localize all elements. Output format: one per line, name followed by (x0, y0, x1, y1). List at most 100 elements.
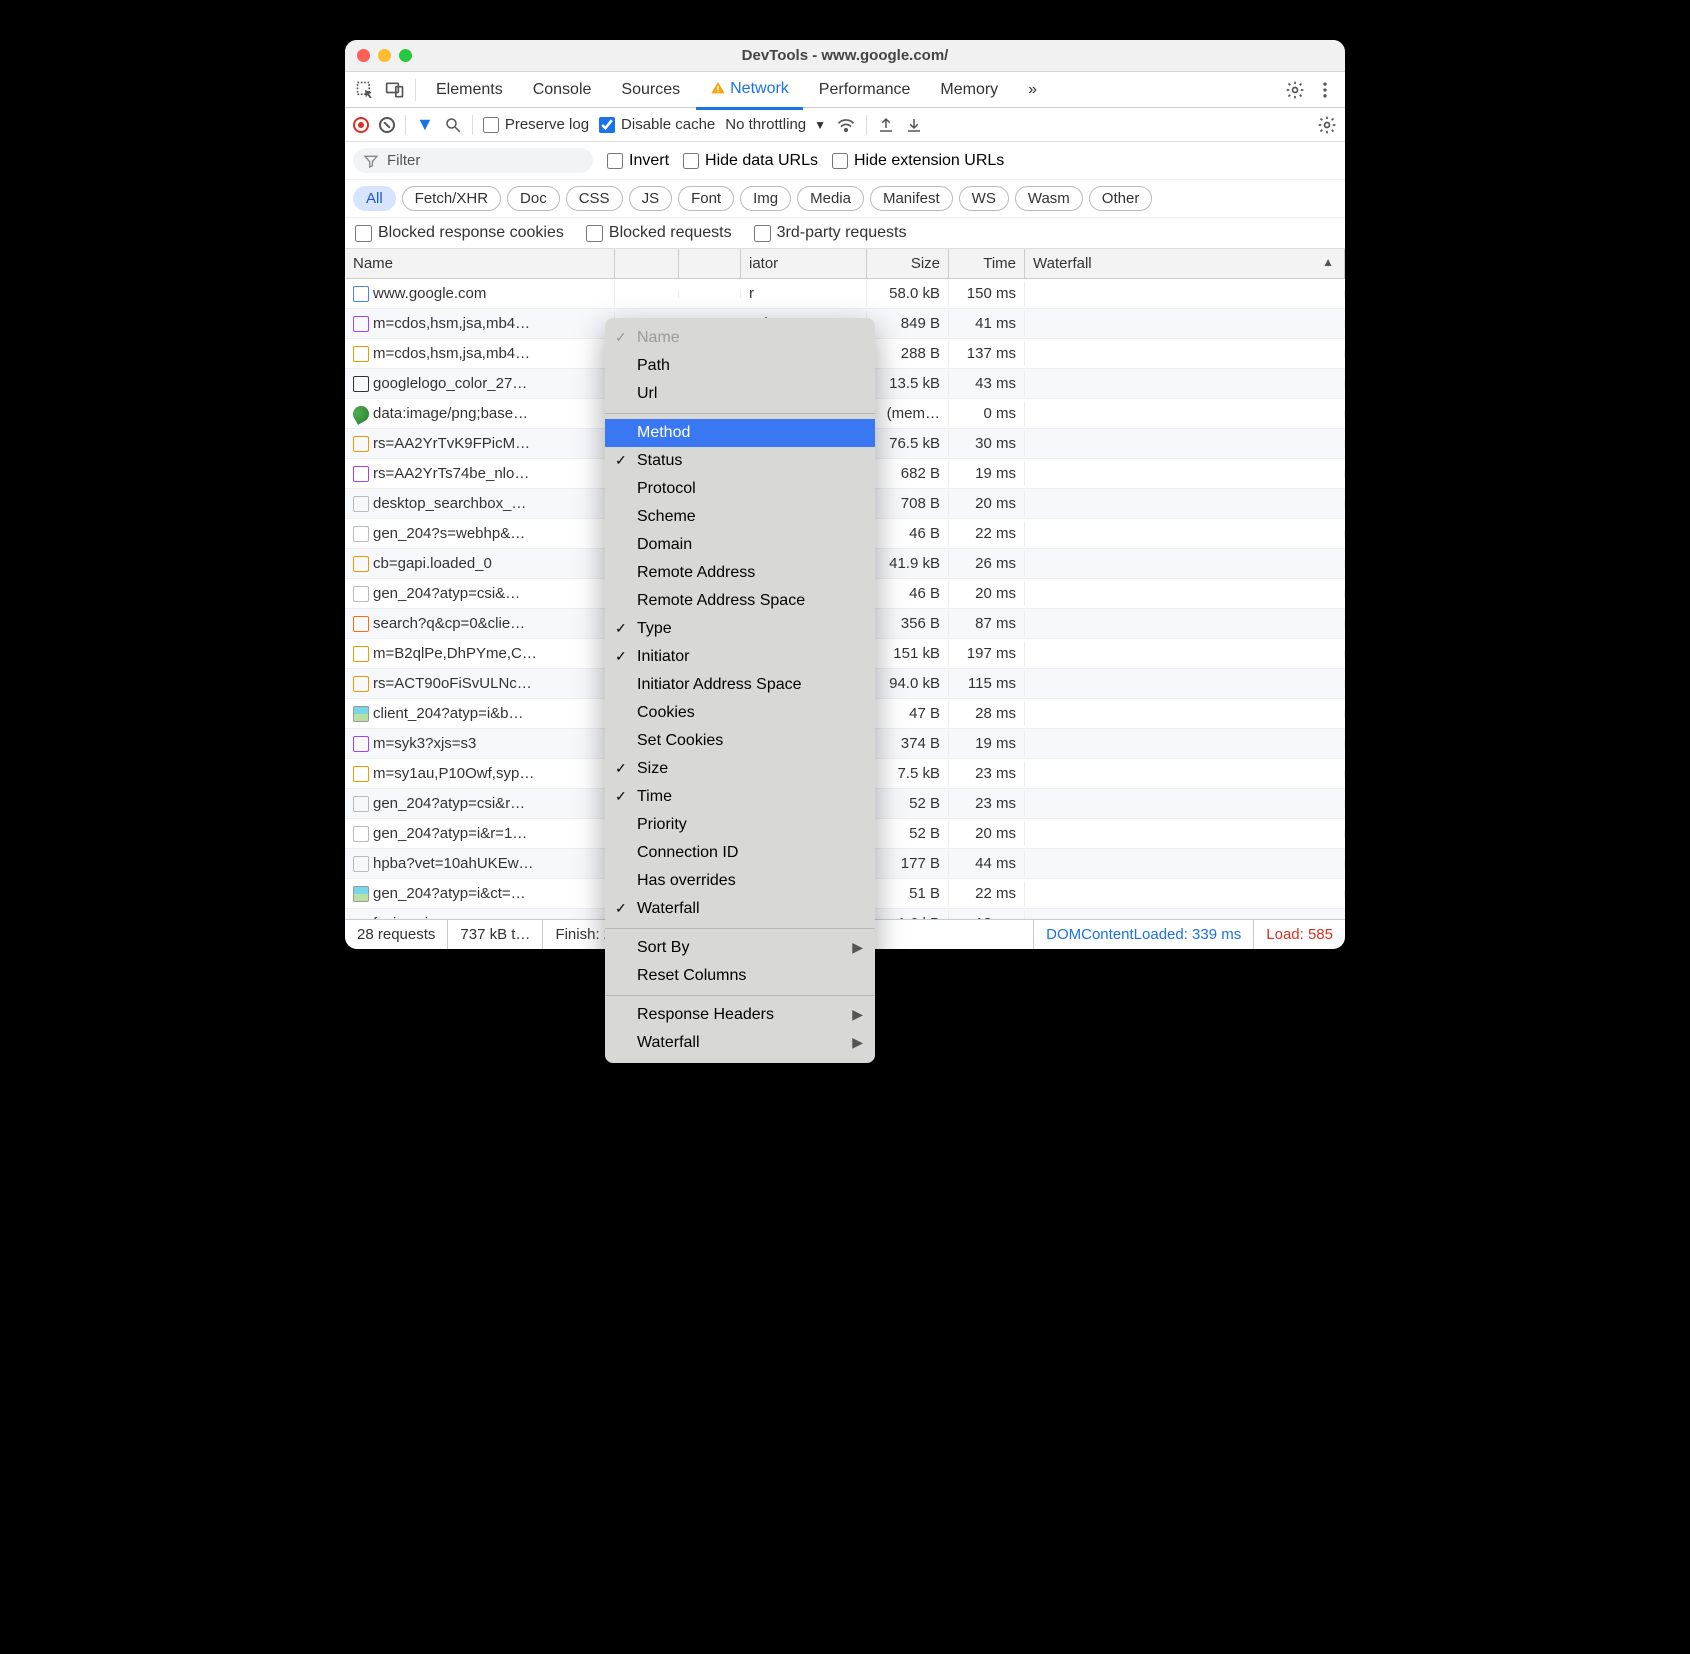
file-icon (353, 676, 369, 692)
ctx-url[interactable]: Url (605, 380, 875, 408)
tab-network[interactable]: Network (696, 71, 803, 110)
device-icon[interactable] (381, 80, 409, 100)
file-icon (353, 436, 369, 452)
filter-chips: AllFetch/XHRDocCSSJSFontImgMediaManifest… (345, 180, 1345, 218)
chip-font[interactable]: Font (678, 186, 734, 211)
ctx-type[interactable]: ✓Type (605, 615, 875, 643)
panel-settings-icon[interactable] (1317, 115, 1337, 135)
chip-all[interactable]: All (353, 186, 396, 211)
window-title: DevTools - www.google.com/ (355, 47, 1335, 64)
col-type[interactable] (679, 249, 741, 278)
ctx-sort-by[interactable]: Sort By▶ (605, 934, 875, 962)
zoom-dot[interactable] (399, 49, 412, 62)
file-icon (353, 346, 369, 362)
chip-ws[interactable]: WS (959, 186, 1009, 211)
filter-toggle-icon[interactable]: ▼ (416, 114, 434, 135)
ctx-has-overrides[interactable]: Has overrides (605, 867, 875, 895)
ctx-initiator-address-space[interactable]: Initiator Address Space (605, 671, 875, 699)
invert-checkbox[interactable]: Invert (607, 152, 669, 170)
tab-sources[interactable]: Sources (607, 72, 694, 108)
network-toolbar: ▼ Preserve log Disable cache No throttli… (345, 108, 1345, 142)
tab-memory[interactable]: Memory (926, 72, 1012, 108)
hide-extension-urls-checkbox[interactable]: Hide extension URLs (832, 152, 1004, 170)
col-name[interactable]: Name (345, 249, 615, 278)
file-icon (350, 403, 372, 425)
network-conditions-icon[interactable] (836, 115, 856, 135)
file-icon (353, 706, 369, 722)
blocked-requests-checkbox[interactable]: Blocked requests (586, 224, 732, 242)
disable-cache-checkbox[interactable]: Disable cache (599, 116, 715, 133)
status-transferred: 737 kB t… (448, 920, 543, 949)
file-icon (353, 736, 369, 752)
status-load: Load: 585 (1254, 920, 1345, 949)
file-icon (353, 496, 369, 512)
chip-manifest[interactable]: Manifest (870, 186, 953, 211)
blocked-cookies-checkbox[interactable]: Blocked response cookies (355, 224, 564, 242)
ctx-path[interactable]: Path (605, 352, 875, 380)
ctx-protocol[interactable]: Protocol (605, 475, 875, 503)
chip-other[interactable]: Other (1089, 186, 1153, 211)
ctx-priority[interactable]: Priority (605, 811, 875, 839)
tab-performance[interactable]: Performance (805, 72, 925, 108)
tab-elements[interactable]: Elements (422, 72, 517, 108)
ctx-domain[interactable]: Domain (605, 531, 875, 559)
ctx-initiator[interactable]: ✓Initiator (605, 643, 875, 671)
ctx-cookies[interactable]: Cookies (605, 699, 875, 727)
column-headers[interactable]: Name iator Size Time Waterfall (345, 249, 1345, 279)
chip-doc[interactable]: Doc (507, 186, 560, 211)
status-requests: 28 requests (345, 920, 448, 949)
ctx-time[interactable]: ✓Time (605, 783, 875, 811)
clear-button[interactable] (379, 117, 395, 133)
ctx-reset-columns[interactable]: Reset Columns (605, 962, 875, 990)
search-icon[interactable] (444, 116, 462, 134)
ctx-response-headers[interactable]: Response Headers▶ (605, 1001, 875, 1029)
col-initiator[interactable]: iator (741, 249, 867, 278)
throttling-select[interactable]: No throttling ▼ (725, 116, 826, 133)
chip-img[interactable]: Img (740, 186, 791, 211)
col-status[interactable] (615, 249, 679, 278)
file-icon (353, 316, 369, 332)
ctx-waterfall[interactable]: ✓Waterfall (605, 895, 875, 923)
tab-console[interactable]: Console (519, 72, 606, 108)
download-icon[interactable] (905, 116, 923, 134)
chip-css[interactable]: CSS (566, 186, 623, 211)
ctx-size[interactable]: ✓Size (605, 755, 875, 783)
ctx-connection-id[interactable]: Connection ID (605, 839, 875, 867)
ctx-scheme[interactable]: Scheme (605, 503, 875, 531)
close-dot[interactable] (357, 49, 370, 62)
kebab-icon[interactable] (1311, 80, 1339, 100)
chip-media[interactable]: Media (797, 186, 864, 211)
ctx-status[interactable]: ✓Status (605, 447, 875, 475)
chip-js[interactable]: JS (629, 186, 673, 211)
col-time[interactable]: Time (949, 249, 1025, 278)
ctx-name: ✓Name (605, 324, 875, 352)
settings-icon[interactable] (1281, 80, 1309, 100)
ctx-method[interactable]: Method (605, 419, 875, 447)
hide-data-urls-checkbox[interactable]: Hide data URLs (683, 152, 818, 170)
col-waterfall[interactable]: Waterfall (1025, 249, 1345, 278)
file-icon (353, 916, 369, 919)
filter-input[interactable]: Filter (353, 148, 593, 173)
file-icon (353, 526, 369, 542)
inspect-icon[interactable] (351, 80, 379, 100)
file-icon (353, 766, 369, 782)
ctx-set-cookies[interactable]: Set Cookies (605, 727, 875, 755)
third-party-checkbox[interactable]: 3rd-party requests (754, 224, 907, 242)
ctx-waterfall[interactable]: Waterfall▶ (605, 1029, 875, 1057)
file-icon (353, 856, 369, 872)
preserve-log-checkbox[interactable]: Preserve log (483, 116, 589, 133)
chip-fetchxhr[interactable]: Fetch/XHR (402, 186, 501, 211)
col-size[interactable]: Size (867, 249, 949, 278)
column-context-menu[interactable]: ✓NamePathUrl Method✓StatusProtocolSchemeD… (605, 318, 875, 1063)
file-icon (353, 286, 369, 302)
minimize-dot[interactable] (378, 49, 391, 62)
tabs-overflow[interactable]: » (1014, 72, 1051, 108)
chip-wasm[interactable]: Wasm (1015, 186, 1083, 211)
record-button[interactable] (353, 117, 369, 133)
upload-icon[interactable] (877, 116, 895, 134)
request-row[interactable]: www.google.comr58.0 kB150 ms (345, 279, 1345, 309)
ctx-remote-address-space[interactable]: Remote Address Space (605, 587, 875, 615)
block-filters-row: Blocked response cookies Blocked request… (345, 218, 1345, 249)
file-icon (353, 796, 369, 812)
ctx-remote-address[interactable]: Remote Address (605, 559, 875, 587)
